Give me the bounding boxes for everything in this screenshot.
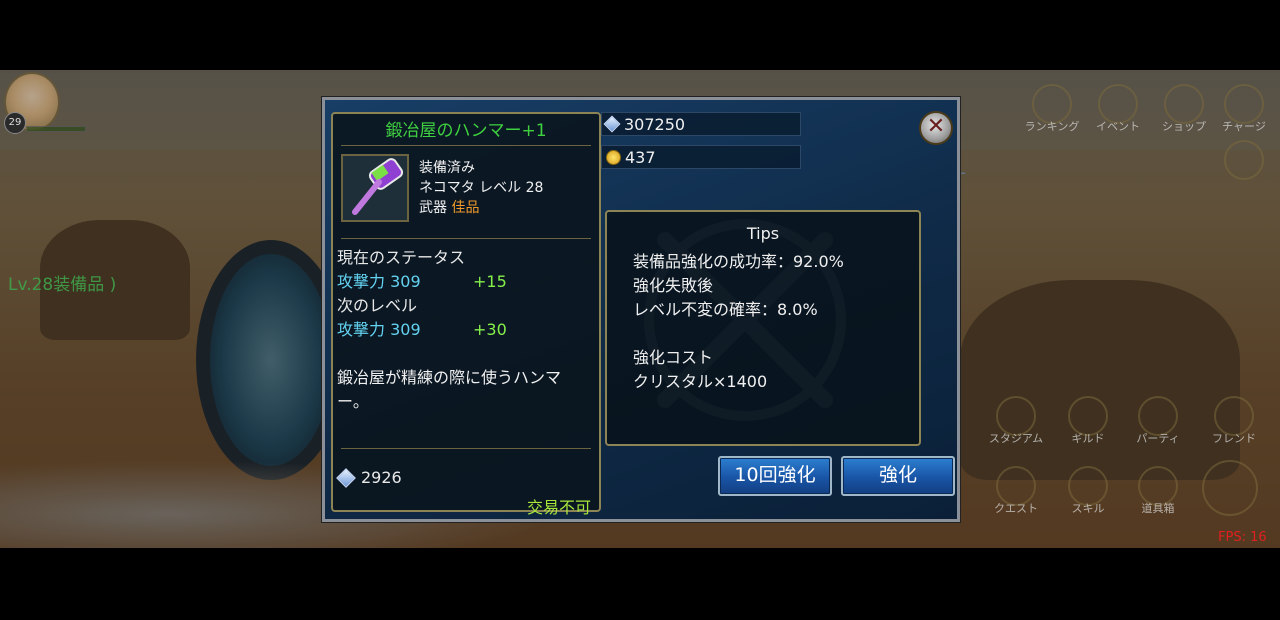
item-description: 鍛冶屋が精練の際に使うハンマー。 — [337, 368, 562, 411]
menu-event[interactable]: イベント — [1088, 84, 1148, 134]
next-stat-row: 攻撃力 309 +30 — [337, 318, 507, 342]
equip-status: 装備済み — [419, 160, 475, 176]
item-thumbnail — [341, 154, 409, 222]
menu-label: チャージ — [1222, 120, 1266, 133]
tips-title: Tips — [746, 224, 780, 243]
current-stat-row: 攻撃力 309 +15 — [337, 270, 507, 294]
menu-label: ギルド — [1071, 432, 1105, 445]
battle-icon — [1202, 460, 1258, 516]
tips-spacer — [633, 322, 844, 346]
menu-guild[interactable]: ギルド — [1058, 396, 1118, 446]
menu-skill[interactable]: スキル — [1058, 466, 1118, 516]
item-name: 鍛冶屋のハンマー+1 — [341, 118, 591, 146]
menu-charge[interactable]: チャージ — [1214, 84, 1274, 134]
menu-label: ランキング — [1024, 120, 1080, 133]
divider — [341, 238, 591, 239]
player-avatar[interactable]: 29 — [0, 72, 90, 134]
enhance-button[interactable]: 強化 — [841, 456, 955, 496]
menu-label: 道具箱 — [1141, 502, 1175, 515]
item-owner: ネコマタ レベル 28 — [419, 180, 544, 196]
player-level-badge: 29 — [4, 112, 26, 134]
background-equip-label: Lv.28装備品 ) — [8, 275, 117, 295]
menu-label: スタジアム — [988, 432, 1044, 445]
next-bonus: +30 — [473, 320, 507, 339]
announcement-button[interactable] — [1214, 140, 1274, 180]
item-info-panel: 鍛冶屋のハンマー+1 装備済み ネコマタ レベル 28 武器 佳品 現在のステー… — [331, 112, 601, 517]
tips-cost-value: クリスタル×1400 — [633, 372, 768, 391]
no-trade-label: 交易不可 — [526, 498, 591, 517]
menu-friend[interactable]: フレンド — [1204, 396, 1264, 446]
menu-label: ショップ — [1162, 120, 1206, 133]
enhance-dialog: 鍛冶屋のハンマー+1 装備済み ネコマタ レベル 28 武器 佳品 現在のステー… — [322, 97, 960, 522]
item-grade: 佳品 — [451, 200, 480, 216]
stats-section: 現在のステータス 攻撃力 309 +15 次のレベル 攻撃力 309 +30 — [337, 246, 507, 342]
hammer-icon — [352, 158, 404, 215]
item-type-row: 武器 佳品 — [419, 198, 543, 218]
menu-label: パーティ — [1136, 432, 1180, 445]
enhance-10x-button[interactable]: 10回強化 — [718, 456, 832, 496]
divider — [341, 448, 591, 449]
item-meta: 装備済み ネコマタ レベル 28 武器 佳品 — [419, 158, 543, 218]
fps-counter: FPS: 16 — [1218, 530, 1267, 545]
menu-party[interactable]: パーティ — [1128, 396, 1188, 446]
item-category: 武器 — [419, 200, 447, 216]
crystal-counter: 307250 — [601, 112, 801, 136]
close-button[interactable]: ✕ — [919, 111, 953, 145]
current-bonus: +15 — [473, 272, 507, 291]
tips-unchanged-rate: レベル不変の確率：8.0% — [633, 300, 818, 319]
item-price: 2926 — [336, 467, 402, 488]
tips-cost-label: 強化コスト — [633, 348, 714, 367]
current-status-label: 現在のステータス — [337, 248, 466, 267]
rock-formation-right — [960, 280, 1240, 480]
tips-success-rate: 装備品強化の成功率：92.0% — [633, 252, 844, 271]
tips-fail-label: 強化失敗後 — [633, 276, 714, 295]
exp-bar — [26, 126, 86, 132]
menu-quest[interactable]: クエスト — [986, 466, 1046, 516]
menu-toolbox[interactable]: 道具箱 — [1128, 466, 1188, 516]
battle-button[interactable] — [1200, 460, 1260, 516]
megaphone-icon — [1224, 140, 1264, 180]
crystal-icon — [603, 115, 621, 133]
menu-label: イベント — [1096, 120, 1140, 133]
close-icon: ✕ — [926, 114, 946, 139]
menu-shop[interactable]: ショップ — [1154, 84, 1214, 134]
coin-counter: 437 — [601, 145, 801, 169]
menu-ranking[interactable]: ランキング — [1022, 84, 1082, 134]
crystal-icon — [336, 467, 356, 488]
current-stat: 攻撃力 309 — [337, 272, 421, 291]
menu-label: フレンド — [1212, 432, 1256, 445]
menu-label: クエスト — [994, 502, 1038, 515]
coin-icon — [606, 149, 621, 165]
coin-amount: 437 — [625, 147, 656, 167]
menu-label: スキル — [1071, 502, 1105, 515]
next-stat: 攻撃力 309 — [337, 320, 421, 339]
crystal-amount: 307250 — [624, 114, 686, 134]
tips-body: 装備品強化の成功率：92.0% 強化失敗後 レベル不変の確率：8.0% 強化コス… — [633, 250, 844, 394]
menu-stadium[interactable]: スタジアム — [986, 396, 1046, 446]
item-price-value: 2926 — [361, 468, 402, 487]
next-level-label: 次のレベル — [337, 296, 418, 315]
tips-panel: Tips 装備品強化の成功率：92.0% 強化失敗後 レベル不変の確率：8.0%… — [605, 210, 921, 446]
